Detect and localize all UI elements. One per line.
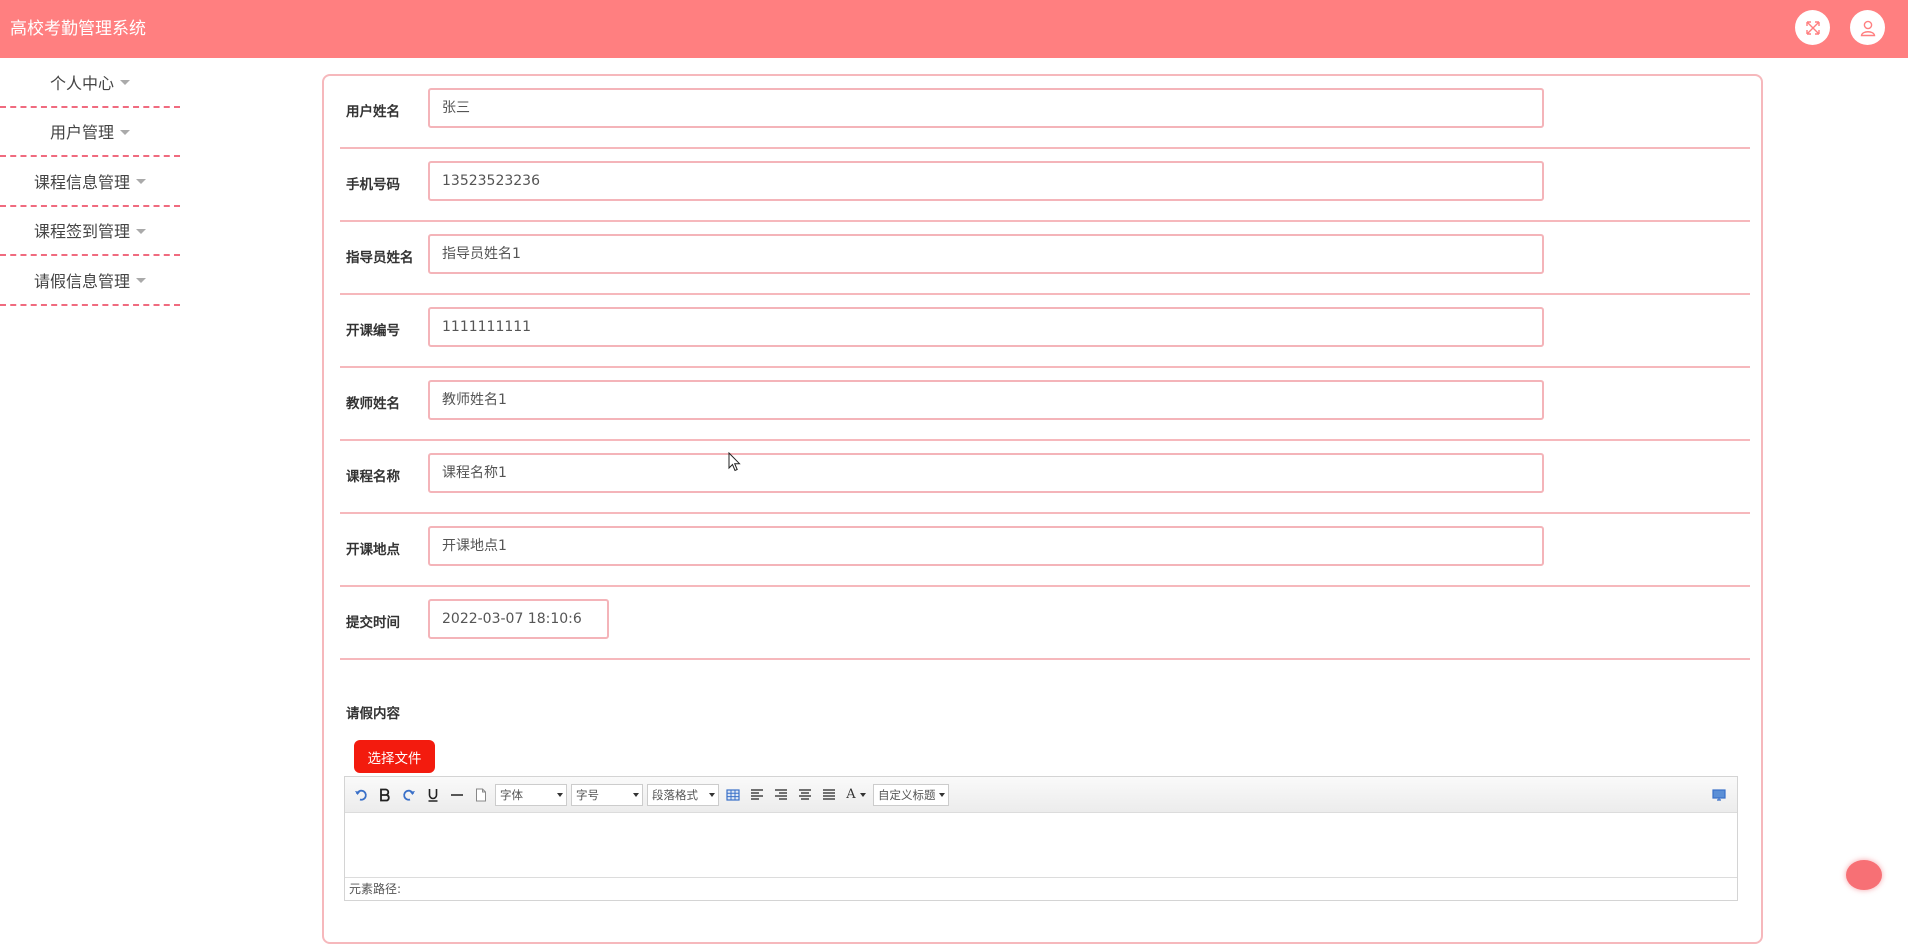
choose-file-button[interactable]: 选择文件 — [354, 740, 435, 773]
leave-content-label: 请假内容 — [346, 706, 400, 722]
font-color-label: A — [846, 787, 856, 802]
dropdown-arrow-icon — [557, 792, 563, 797]
custom-title-select[interactable]: 自定义标题 — [873, 783, 949, 806]
horizontal-rule-icon — [451, 793, 463, 796]
field-label: 手机号码 — [346, 177, 400, 193]
underline-button[interactable] — [423, 784, 443, 806]
redo-button[interactable] — [399, 784, 419, 806]
sidebar-item-label: 个人中心 — [49, 73, 114, 93]
align-left-icon — [751, 788, 763, 800]
font-size-select-value: 字号 — [576, 787, 599, 802]
monitor-icon — [1712, 788, 1726, 801]
redo-icon — [403, 789, 415, 801]
dropdown-arrow-icon — [633, 792, 639, 797]
phone-field[interactable]: 13523523236 — [428, 161, 1544, 201]
sidebar-item-course-checkin[interactable]: 课程签到管理 — [0, 207, 180, 256]
caret-down-icon — [120, 80, 130, 86]
font-color-button[interactable]: A — [843, 784, 869, 806]
insert-table-button[interactable] — [723, 784, 743, 806]
new-page-button[interactable] — [471, 784, 491, 806]
align-justify-button[interactable] — [819, 784, 839, 806]
preview-button[interactable] — [1709, 784, 1729, 806]
paragraph-format-select-value: 段落格式 — [652, 787, 698, 802]
floating-action-button[interactable] — [1846, 860, 1882, 890]
username-field[interactable]: 张三 — [428, 88, 1544, 128]
undo-button[interactable] — [351, 784, 371, 806]
align-justify-icon — [823, 788, 835, 800]
horizontal-rule-button[interactable] — [447, 784, 467, 806]
editor-toolbar: 字体 字号 段落格式 A 自定义标题 — [345, 777, 1737, 813]
caret-down-icon — [136, 179, 146, 185]
sidebar-item-label: 课程签到管理 — [33, 222, 130, 242]
form-row-course-code: 开课编号 1111111111 — [340, 295, 1750, 368]
form-row-username: 用户姓名 张三 — [340, 76, 1750, 149]
sidebar-item-personal-center[interactable]: 个人中心 — [0, 58, 180, 108]
dropdown-arrow-icon — [709, 792, 715, 797]
caret-down-icon — [136, 228, 146, 234]
table-icon — [726, 788, 740, 801]
align-left-button[interactable] — [747, 784, 767, 806]
user-icon — [1860, 20, 1875, 36]
form-row-course-name: 课程名称 课程名称1 — [340, 441, 1750, 514]
field-label: 开课地点 — [346, 542, 400, 558]
teacher-name-field[interactable]: 教师姓名1 — [428, 380, 1544, 420]
sidebar-item-user-management[interactable]: 用户管理 — [0, 108, 180, 157]
course-location-field[interactable]: 开课地点1 — [428, 526, 1544, 566]
sidebar-item-course-info[interactable]: 课程信息管理 — [0, 157, 180, 207]
counselor-name-field[interactable]: 指导员姓名1 — [428, 234, 1544, 274]
form-row-counselor: 指导员姓名 指导员姓名1 — [340, 222, 1750, 295]
submit-time-field[interactable]: 2022-03-07 18:10:6 — [428, 599, 609, 639]
align-right-icon — [775, 788, 787, 800]
course-name-field[interactable]: 课程名称1 — [428, 453, 1544, 493]
field-label: 用户姓名 — [346, 104, 400, 120]
rich-text-editor: 字体 字号 段落格式 A 自定义标题 元素路径: — [344, 776, 1738, 901]
field-label: 课程名称 — [346, 469, 400, 485]
sidebar-menu: 个人中心 用户管理 课程信息管理 课程签到管理 请假信息管理 — [0, 58, 180, 306]
app-title: 高校考勤管理系统 — [10, 19, 146, 39]
user-button[interactable] — [1850, 10, 1885, 45]
page-icon — [476, 788, 486, 801]
align-right-button[interactable] — [771, 784, 791, 806]
form-row-teacher: 教师姓名 教师姓名1 — [340, 368, 1750, 441]
element-path-bar: 元素路径: — [345, 877, 1737, 900]
sidebar-item-leave-info[interactable]: 请假信息管理 — [0, 256, 180, 306]
form-row-location: 开课地点 开课地点1 — [340, 514, 1750, 587]
font-family-select-value: 字体 — [500, 787, 523, 802]
mouse-cursor-icon — [728, 452, 741, 472]
caret-down-icon — [136, 278, 146, 284]
custom-title-select-value: 自定义标题 — [878, 787, 936, 802]
field-label: 教师姓名 — [346, 396, 400, 412]
course-code-field[interactable]: 1111111111 — [428, 307, 1544, 347]
form-row-submit-time: 提交时间 2022-03-07 18:10:6 — [340, 587, 1750, 660]
paragraph-format-select[interactable]: 段落格式 — [647, 783, 719, 806]
bold-button[interactable] — [375, 784, 395, 806]
field-label: 提交时间 — [346, 615, 400, 631]
font-family-select[interactable]: 字体 — [495, 783, 567, 806]
leave-detail-form: 用户姓名 张三 手机号码 13523523236 指导员姓名 指导员姓名1 开课… — [322, 74, 1763, 944]
field-label: 指导员姓名 — [346, 250, 414, 266]
editor-content-area[interactable] — [345, 813, 1737, 877]
dropdown-arrow-icon — [939, 792, 945, 797]
top-header: 高校考勤管理系统 — [0, 0, 1908, 58]
underline-icon — [428, 788, 438, 802]
sidebar-item-label: 请假信息管理 — [33, 271, 130, 291]
dropdown-arrow-icon — [859, 792, 866, 797]
undo-icon — [355, 789, 367, 801]
caret-down-icon — [120, 129, 130, 135]
expand-icon — [1805, 20, 1820, 35]
align-center-button[interactable] — [795, 784, 815, 806]
bold-icon — [380, 788, 390, 801]
font-size-select[interactable]: 字号 — [571, 783, 643, 806]
align-center-icon — [799, 788, 811, 800]
sidebar-item-label: 用户管理 — [49, 123, 114, 143]
fullscreen-button[interactable] — [1795, 10, 1830, 45]
sidebar-item-label: 课程信息管理 — [33, 172, 130, 192]
field-label: 开课编号 — [346, 323, 400, 339]
form-row-phone: 手机号码 13523523236 — [340, 149, 1750, 222]
